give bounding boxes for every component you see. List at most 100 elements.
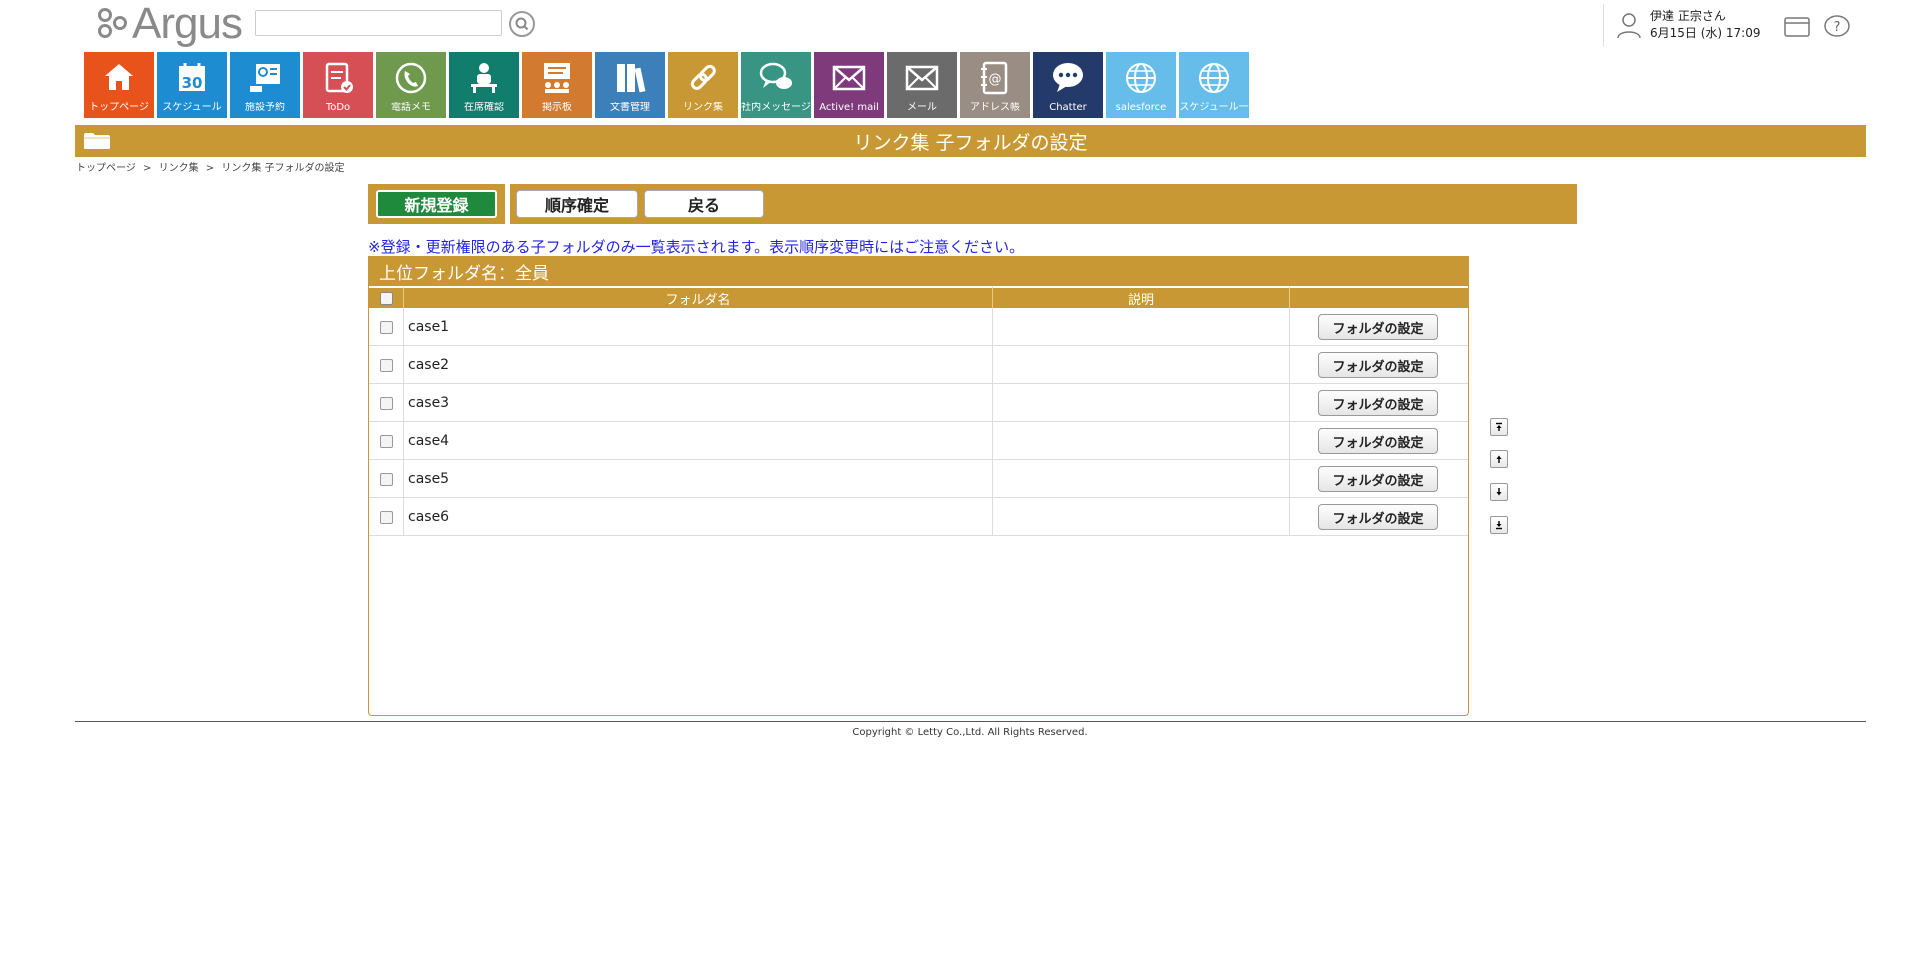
actions-cell: フォルダの設定 bbox=[1290, 460, 1468, 498]
home-icon bbox=[105, 64, 133, 90]
app-tile-10[interactable]: Active! mail bbox=[814, 52, 884, 118]
app-tile-15[interactable]: スケジュール一 bbox=[1179, 52, 1249, 118]
actions-cell: フォルダの設定 bbox=[1290, 346, 1468, 384]
app-tile-label: ToDo bbox=[325, 102, 351, 113]
app-tile-5[interactable]: 在席確認 bbox=[449, 52, 519, 118]
app-tile-label: 掲示板 bbox=[542, 102, 572, 113]
window-icon bbox=[1784, 17, 1810, 37]
logo-text: Argus bbox=[132, 0, 243, 48]
folder-settings-button[interactable]: フォルダの設定 bbox=[1318, 428, 1438, 454]
app-tile-12[interactable]: @ アドレス帳 bbox=[960, 52, 1030, 118]
argus-logo[interactable]: Argus bbox=[96, 0, 243, 48]
app-tile-14[interactable]: salesforce bbox=[1106, 52, 1176, 118]
todo-icon bbox=[325, 62, 353, 93]
address-book-icon: @ bbox=[981, 61, 1008, 95]
page-title-bar: リンク集 子フォルダの設定 bbox=[75, 125, 1866, 157]
app-tile-4[interactable]: 電話メモ bbox=[376, 52, 446, 118]
app-tile-label: Active! mail bbox=[819, 102, 879, 113]
app-tile-0[interactable]: トップページ bbox=[84, 52, 154, 118]
app-tile-2[interactable]: 施設予約 bbox=[230, 52, 300, 118]
column-header-folder-name: フォルダ名 bbox=[404, 286, 993, 308]
folder-name-cell: case4 bbox=[404, 422, 993, 460]
arrow-down-icon bbox=[1496, 488, 1502, 496]
app-tile-7[interactable]: 文書管理 bbox=[595, 52, 665, 118]
actions-cell: フォルダの設定 bbox=[1290, 422, 1468, 460]
app-tile-label: salesforce bbox=[1115, 102, 1167, 113]
folder-settings-button[interactable]: フォルダの設定 bbox=[1318, 352, 1438, 378]
row-checkbox[interactable] bbox=[380, 358, 393, 372]
current-datetime: 6月15日 (水) 17:09 bbox=[1650, 26, 1761, 40]
permission-notice: ※登録・更新権限のある子フォルダのみ一覧表示されます。表示順序変更時にはご注意く… bbox=[368, 238, 1025, 256]
window-button[interactable] bbox=[1783, 14, 1811, 40]
table-row: case6 フォルダの設定 bbox=[369, 498, 1468, 536]
column-header-actions bbox=[1290, 286, 1468, 308]
app-tile-8[interactable]: リンク集 bbox=[668, 52, 738, 118]
app-tile-3[interactable]: ToDo bbox=[303, 52, 373, 118]
mail-icon bbox=[832, 65, 866, 91]
app-tile-1[interactable]: 30 スケジュール bbox=[157, 52, 227, 118]
board-icon bbox=[544, 63, 570, 93]
description-cell bbox=[993, 384, 1290, 422]
message-icon bbox=[759, 62, 792, 89]
folder-icon bbox=[84, 133, 110, 149]
move-to-bottom-button[interactable] bbox=[1490, 516, 1508, 534]
folder-settings-button[interactable]: フォルダの設定 bbox=[1318, 390, 1438, 416]
breadcrumb-current: リンク集 子フォルダの設定 bbox=[221, 163, 345, 174]
search-button[interactable] bbox=[509, 11, 535, 37]
search-icon bbox=[515, 17, 529, 31]
move-bottom-icon bbox=[1496, 521, 1502, 530]
help-button[interactable]: ? bbox=[1823, 14, 1851, 40]
description-cell bbox=[993, 346, 1290, 384]
actions-cell: フォルダの設定 bbox=[1290, 308, 1468, 346]
folder-table-panel: 上位フォルダ名：全員 フォルダ名 説明 case1 フォルダの設定 case2 フォル… bbox=[368, 256, 1469, 716]
row-checkbox[interactable] bbox=[380, 320, 393, 334]
link-icon bbox=[690, 64, 716, 90]
row-checkbox-cell bbox=[369, 384, 404, 422]
row-checkbox[interactable] bbox=[380, 396, 393, 410]
select-all-checkbox[interactable] bbox=[379, 291, 393, 305]
help-icon: ? bbox=[1824, 15, 1850, 37]
description-cell bbox=[993, 308, 1290, 346]
app-tile-13[interactable]: Chatter bbox=[1033, 52, 1103, 118]
row-checkbox[interactable] bbox=[380, 472, 393, 486]
app-tile-label: アドレス帳 bbox=[970, 102, 1020, 113]
search-input[interactable] bbox=[255, 10, 502, 36]
app-tile-9[interactable]: 社内メッセージ bbox=[741, 52, 811, 118]
copyright: Copyright © Letty Co.,Ltd. All Rights Re… bbox=[852, 727, 1088, 738]
row-checkbox[interactable] bbox=[380, 510, 393, 524]
folder-settings-button[interactable]: フォルダの設定 bbox=[1318, 504, 1438, 530]
breadcrumb: トップページ > リンク集 > リンク集 子フォルダの設定 bbox=[76, 159, 349, 174]
breadcrumb-link-collection[interactable]: リンク集 bbox=[159, 163, 199, 174]
new-register-button[interactable]: 新規登録 bbox=[376, 190, 497, 218]
phone-icon bbox=[395, 62, 427, 94]
folder-name-cell: case3 bbox=[404, 384, 993, 422]
back-button[interactable]: 戻る bbox=[644, 190, 764, 218]
facility-icon bbox=[250, 64, 280, 92]
order-confirm-button[interactable]: 順序確定 bbox=[516, 190, 638, 218]
app-tile-6[interactable]: 掲示板 bbox=[522, 52, 592, 118]
row-checkbox-cell bbox=[369, 422, 404, 460]
mail-icon bbox=[905, 65, 939, 91]
svg-text:30: 30 bbox=[182, 74, 203, 92]
folder-settings-button[interactable]: フォルダの設定 bbox=[1318, 466, 1438, 492]
action-bar-left: 新規登録 bbox=[368, 184, 505, 224]
folder-settings-button[interactable]: フォルダの設定 bbox=[1318, 314, 1438, 340]
description-cell bbox=[993, 460, 1290, 498]
chat-icon bbox=[1053, 63, 1083, 92]
move-to-top-button[interactable] bbox=[1490, 418, 1508, 436]
user-info[interactable]: 伊達 正宗さん 6月15日 (水) 17:09 bbox=[1603, 4, 1760, 46]
description-cell bbox=[993, 422, 1290, 460]
move-up-button[interactable] bbox=[1490, 450, 1508, 468]
app-tile-11[interactable]: メール bbox=[887, 52, 957, 118]
row-checkbox-cell bbox=[369, 498, 404, 536]
presence-icon bbox=[471, 63, 497, 93]
breadcrumb-top-page[interactable]: トップページ bbox=[76, 163, 136, 174]
folder-name-cell: case2 bbox=[404, 346, 993, 384]
row-checkbox[interactable] bbox=[380, 434, 393, 448]
actions-cell: フォルダの設定 bbox=[1290, 498, 1468, 536]
table-row: case1 フォルダの設定 bbox=[369, 308, 1468, 346]
breadcrumb-separator: > bbox=[205, 163, 215, 174]
move-down-button[interactable] bbox=[1490, 483, 1508, 501]
folder-name-cell: case5 bbox=[404, 460, 993, 498]
page-title: リンク集 子フォルダの設定 bbox=[853, 131, 1088, 154]
